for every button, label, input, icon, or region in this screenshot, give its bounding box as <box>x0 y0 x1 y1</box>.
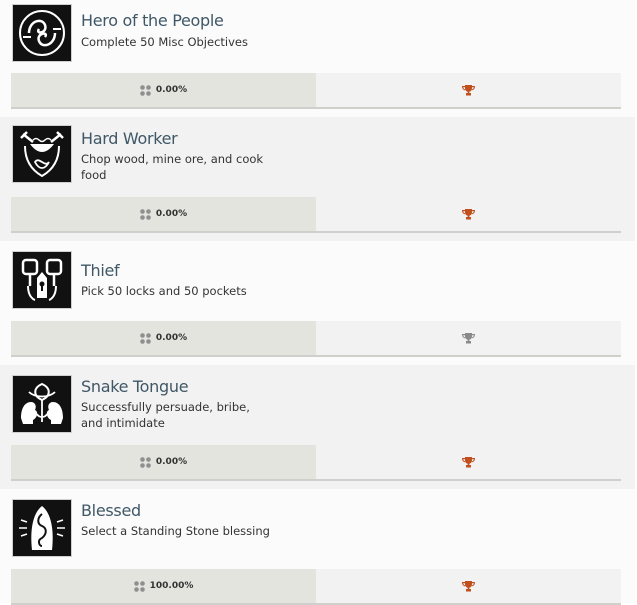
trophy-cell <box>316 197 621 231</box>
standing-stone-icon <box>19 506 65 550</box>
achievement-description: Chop wood, mine ore, and cook food <box>81 152 264 182</box>
achievement-stats-bar: 0.00% <box>11 445 621 481</box>
achievement-card: Hero of the People Complete 50 Misc Obje… <box>0 0 635 124</box>
players-icon <box>133 580 145 592</box>
achievement-description: Complete 50 Misc Objectives <box>81 35 248 49</box>
achievement-card: Hard Worker Chop wood, mine ore, and coo… <box>0 117 635 241</box>
trophy-cell <box>316 445 621 479</box>
trophy-cell <box>316 569 621 603</box>
trophy-icon <box>462 456 475 467</box>
percentage-value: 0.00% <box>155 85 188 95</box>
achievement-title: Blessed <box>81 501 141 520</box>
unlock-percentage: 0.00% <box>11 197 316 231</box>
trophy-icon <box>462 84 475 95</box>
achievement-badge <box>12 499 72 557</box>
achievement-description: Select a Standing Stone blessing <box>81 524 270 538</box>
achievement-badge <box>12 375 72 433</box>
trophy-icon <box>462 332 475 343</box>
achievement-stats-bar: 0.00% <box>11 321 621 357</box>
percentage-value: 100.00% <box>149 581 194 591</box>
achievement-badge <box>12 125 72 183</box>
unlock-percentage: 0.00% <box>11 73 316 107</box>
percentage-value: 0.00% <box>155 457 188 467</box>
two-hands-swirl-icon <box>19 10 65 56</box>
achievement-card: Snake Tongue Successfully persuade, brib… <box>0 365 635 489</box>
players-icon <box>140 332 151 344</box>
trophy-cell <box>316 321 621 355</box>
percentage-value: 0.00% <box>155 333 188 343</box>
players-icon <box>140 456 151 468</box>
achievement-stats-bar: 100.00% <box>11 569 621 605</box>
twin-faces-knot-icon <box>21 382 63 424</box>
trophy-icon <box>462 208 475 219</box>
players-icon <box>140 84 151 96</box>
trophy-icon <box>462 580 475 591</box>
achievement-stats-bar: 0.00% <box>11 73 621 109</box>
unlock-percentage: 0.00% <box>11 321 316 355</box>
achievement-badge <box>12 251 72 309</box>
achievement-title: Snake Tongue <box>81 377 189 396</box>
hammer-bowl-knot-icon <box>20 131 64 178</box>
achievement-title: Hero of the People <box>81 11 224 30</box>
players-icon <box>140 208 151 220</box>
achievement-title: Thief <box>81 261 120 280</box>
achievement-card: Blessed Select a Standing Stone blessing… <box>0 489 635 605</box>
achievement-badge <box>12 4 72 62</box>
percentage-value: 0.00% <box>155 209 188 219</box>
trophy-cell <box>316 73 621 107</box>
achievement-card: Thief Pick 50 locks and 50 pockets 0.00% <box>0 241 635 365</box>
achievement-description: Pick 50 locks and 50 pockets <box>81 284 247 298</box>
achievement-title: Hard Worker <box>81 129 178 148</box>
achievement-stats-bar: 0.00% <box>11 197 621 233</box>
achievement-description: Successfully persuade, bribe, and intimi… <box>81 400 250 430</box>
unlock-percentage: 100.00% <box>11 569 316 603</box>
keys-locks-icon <box>21 258 63 301</box>
unlock-percentage: 0.00% <box>11 445 316 479</box>
